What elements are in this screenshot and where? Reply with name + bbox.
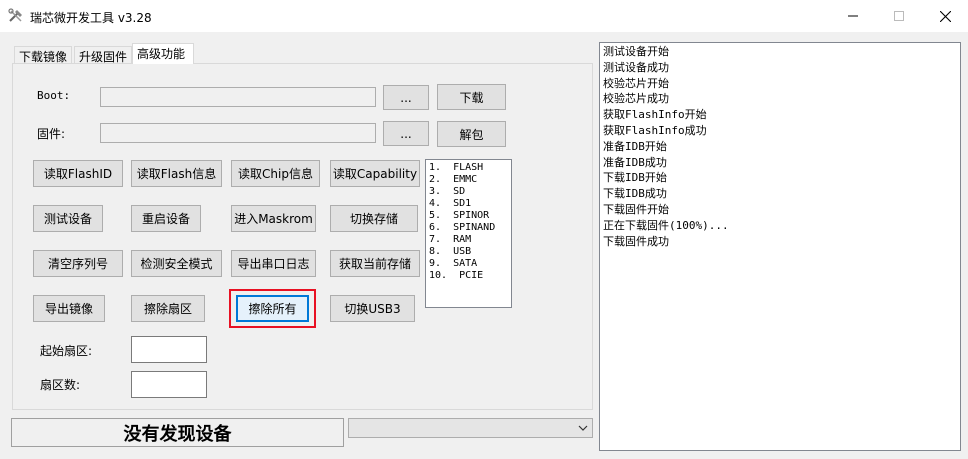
log-line: 测试设备开始 bbox=[603, 45, 669, 58]
test-device-button[interactable]: 测试设备 bbox=[33, 205, 103, 232]
tab-advanced[interactable]: 高级功能 bbox=[132, 43, 194, 64]
log-line: 下载IDB开始 bbox=[603, 171, 667, 185]
read-flash-info-button[interactable]: 读取Flash信息 bbox=[131, 160, 222, 187]
tab-upgrade-firmware[interactable]: 升级固件 bbox=[74, 46, 132, 64]
list-item[interactable]: 4. SD1 bbox=[429, 198, 511, 210]
list-item[interactable]: 6. SPINAND bbox=[429, 222, 511, 234]
firmware-unpack-button[interactable]: 解包 bbox=[437, 121, 506, 147]
title-bar: 瑞芯微开发工具 v3.28 bbox=[0, 0, 968, 32]
list-item[interactable]: 10. PCIE bbox=[429, 270, 511, 282]
list-item[interactable]: 9. SATA bbox=[429, 258, 511, 270]
read-flash-id-button[interactable]: 读取FlashID bbox=[33, 160, 123, 187]
log-line: 正在下载固件(100%)... bbox=[603, 218, 729, 232]
tab-download-image[interactable]: 下载镜像 bbox=[14, 46, 72, 64]
boot-browse-button[interactable]: ... bbox=[383, 85, 429, 110]
chevron-down-icon bbox=[578, 425, 588, 431]
log-line: 获取FlashInfo开始 bbox=[603, 108, 707, 122]
boot-download-button[interactable]: 下载 bbox=[437, 84, 506, 110]
list-item[interactable]: 3. SD bbox=[429, 186, 511, 198]
maximize-icon bbox=[894, 11, 904, 21]
log-panel[interactable]: 测试设备开始 测试设备成功 校验芯片开始 校验芯片成功 获取FlashInfo开… bbox=[599, 42, 961, 451]
list-item[interactable]: 1. FLASH bbox=[429, 162, 511, 174]
list-item[interactable]: 2. EMMC bbox=[429, 174, 511, 186]
sector-count-label: 扇区数: bbox=[40, 378, 81, 392]
switch-usb3-button[interactable]: 切换USB3 bbox=[330, 295, 415, 322]
clear-serial-button[interactable]: 清空序列号 bbox=[33, 250, 123, 277]
start-sector-input[interactable] bbox=[131, 336, 207, 363]
log-line: 校验芯片成功 bbox=[603, 92, 669, 106]
close-icon bbox=[939, 10, 951, 22]
tools-icon bbox=[8, 8, 22, 22]
enter-maskrom-button[interactable]: 进入Maskrom bbox=[231, 205, 316, 232]
minimize-button[interactable] bbox=[830, 0, 876, 32]
device-combo[interactable] bbox=[348, 418, 593, 438]
check-secure-mode-button[interactable]: 检测安全模式 bbox=[131, 250, 222, 277]
log-line: 获取FlashInfo成功 bbox=[603, 123, 707, 137]
log-line: 校验芯片开始 bbox=[603, 76, 669, 90]
device-status: 没有发现设备 bbox=[11, 418, 344, 447]
boot-label: Boot: bbox=[37, 89, 71, 102]
log-line: 准备IDB成功 bbox=[603, 155, 667, 169]
firmware-label: 固件: bbox=[37, 127, 66, 141]
erase-sector-button[interactable]: 擦除扇区 bbox=[131, 295, 205, 322]
read-capability-button[interactable]: 读取Capability bbox=[330, 160, 420, 187]
erase-all-button[interactable]: 擦除所有 bbox=[236, 295, 309, 322]
list-item[interactable]: 7. RAM bbox=[429, 234, 511, 246]
log-line: 下载固件成功 bbox=[603, 234, 669, 248]
log-line: 下载固件开始 bbox=[603, 202, 669, 216]
firmware-path-field[interactable] bbox=[100, 123, 376, 143]
restart-device-button[interactable]: 重启设备 bbox=[131, 205, 201, 232]
log-line: 测试设备成功 bbox=[603, 60, 669, 74]
storage-list[interactable]: 1. FLASH 2. EMMC 3. SD 4. SD1 5. SPINOR … bbox=[425, 159, 512, 308]
export-uart-log-button[interactable]: 导出串口日志 bbox=[231, 250, 316, 277]
get-current-storage-button[interactable]: 获取当前存储 bbox=[330, 250, 420, 277]
log-line: 下载IDB成功 bbox=[603, 187, 667, 201]
start-sector-label: 起始扇区: bbox=[40, 344, 93, 358]
switch-storage-button[interactable]: 切换存储 bbox=[330, 205, 418, 232]
maximize-button[interactable] bbox=[876, 0, 922, 32]
window-title: 瑞芯微开发工具 v3.28 bbox=[30, 11, 152, 25]
list-item[interactable]: 5. SPINOR bbox=[429, 210, 511, 222]
log-line: 准备IDB开始 bbox=[603, 139, 667, 153]
minimize-icon bbox=[848, 15, 858, 17]
close-button[interactable] bbox=[922, 0, 968, 32]
list-item[interactable]: 8. USB bbox=[429, 246, 511, 258]
sector-count-input[interactable] bbox=[131, 371, 207, 398]
firmware-browse-button[interactable]: ... bbox=[383, 121, 429, 146]
export-image-button[interactable]: 导出镜像 bbox=[33, 295, 105, 322]
read-chip-info-button[interactable]: 读取Chip信息 bbox=[231, 160, 320, 187]
boot-path-field[interactable] bbox=[100, 87, 376, 107]
